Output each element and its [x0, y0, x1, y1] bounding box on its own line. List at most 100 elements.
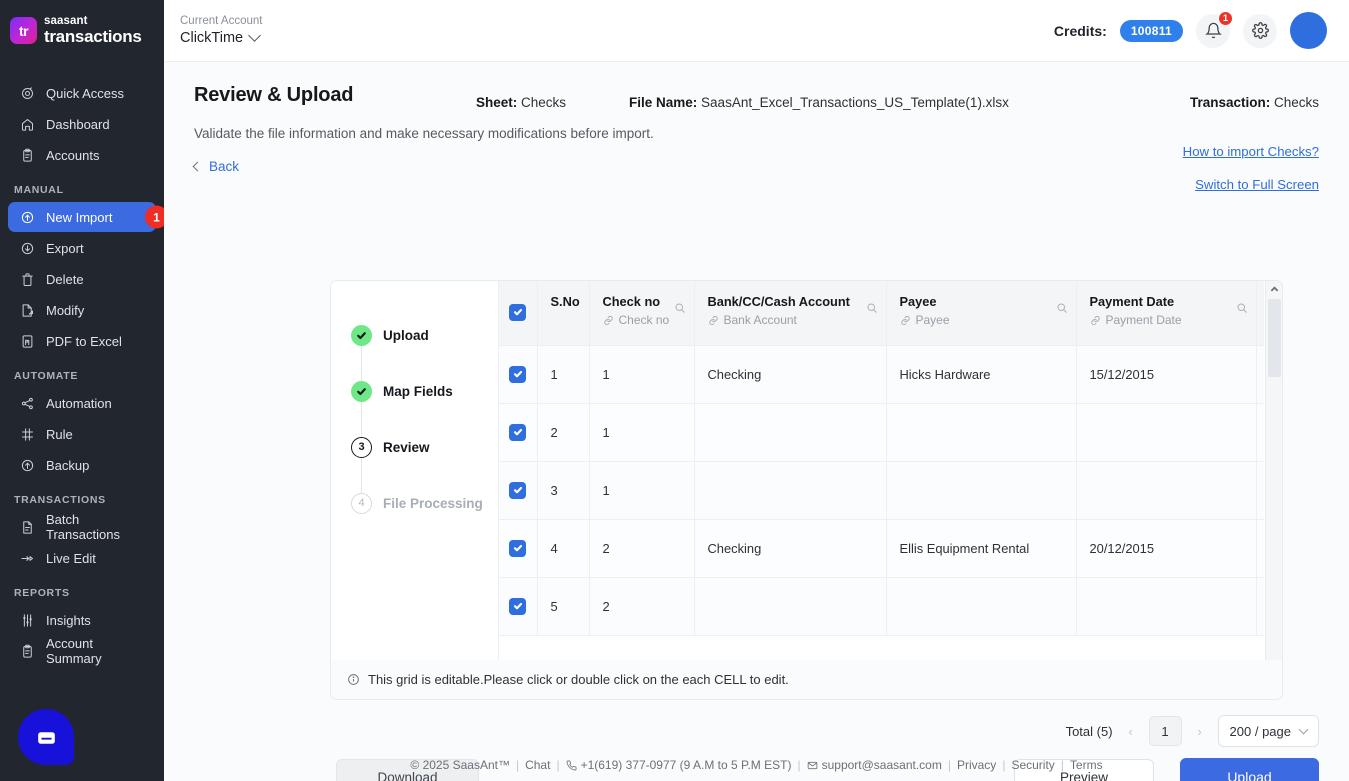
- column-search-icon[interactable]: [1236, 301, 1248, 319]
- sidebar-item-live-edit[interactable]: Live Edit: [8, 543, 156, 573]
- sidebar-item-rule[interactable]: Rule: [8, 419, 156, 449]
- credits-value-badge[interactable]: 100811: [1119, 19, 1183, 42]
- cell-check-no[interactable]: 1: [589, 345, 695, 404]
- how-to-import-link[interactable]: How to import Checks?: [1183, 144, 1319, 159]
- footer-privacy-link[interactable]: Privacy: [957, 758, 996, 772]
- column-header-bank-cc-cash-account[interactable]: Bank/CC/Cash Account Bank Account: [694, 281, 887, 346]
- row-select-cell[interactable]: [499, 345, 538, 404]
- sidebar-item-accounts[interactable]: Accounts: [8, 140, 156, 170]
- cell-city[interactable]: [1256, 403, 1264, 462]
- current-page-number[interactable]: 1: [1148, 716, 1182, 746]
- column-search-icon[interactable]: [866, 301, 878, 319]
- row-select-cell[interactable]: [499, 461, 538, 520]
- cell-sno[interactable]: 5: [537, 577, 590, 636]
- table-row[interactable]: 52: [499, 577, 1264, 636]
- sidebar-item-batch-transactions[interactable]: Batch Transactions: [8, 512, 156, 542]
- select-all-checkbox[interactable]: [509, 303, 527, 321]
- cell-city[interactable]: Palo Alto: [1256, 519, 1264, 578]
- footer-security-link[interactable]: Security: [1011, 758, 1054, 772]
- cell-sno[interactable]: 2: [537, 403, 590, 462]
- current-account-row[interactable]: ClickTime: [180, 29, 262, 47]
- cell-payment-date[interactable]: 15/12/2015: [1076, 345, 1257, 404]
- sidebar-item-new-import[interactable]: New Import 1: [8, 202, 164, 232]
- column-header-check-no[interactable]: Check no Check no: [589, 281, 695, 346]
- cell-payee[interactable]: [886, 461, 1077, 520]
- sidebar-item-modify[interactable]: Modify: [8, 295, 156, 325]
- column-header-payee[interactable]: Payee Payee: [886, 281, 1077, 346]
- prev-page-button[interactable]: ‹: [1124, 724, 1138, 739]
- chat-support-button[interactable]: [18, 709, 74, 765]
- scroll-up-button[interactable]: [1266, 281, 1282, 297]
- switch-full-screen-link[interactable]: Switch to Full Screen: [1183, 177, 1319, 192]
- sidebar-item-backup[interactable]: Backup: [8, 450, 156, 480]
- settings-button[interactable]: [1243, 13, 1277, 48]
- table-row[interactable]: 4 2 Checking Ellis Equipment Rental 20/12/20…: [499, 519, 1264, 578]
- row-checkbox[interactable]: [509, 481, 527, 499]
- sidebar-item-dashboard[interactable]: Dashboard: [8, 109, 156, 139]
- column-search-icon[interactable]: [674, 301, 686, 319]
- vertical-scrollbar[interactable]: [1265, 281, 1282, 671]
- sidebar-item-quick-access[interactable]: Quick Access: [8, 78, 156, 108]
- footer-email-link[interactable]: support@saasant.com: [822, 758, 942, 772]
- sidebar-item-delete[interactable]: Delete: [8, 264, 156, 294]
- step-upload[interactable]: Upload: [351, 307, 498, 383]
- footer-terms-link[interactable]: Terms: [1070, 758, 1103, 772]
- sidebar-item-export[interactable]: Export: [8, 233, 156, 263]
- cell-city[interactable]: [1256, 461, 1264, 520]
- table-row[interactable]: 31: [499, 461, 1264, 520]
- cell-bank-account[interactable]: Checking: [694, 519, 887, 578]
- footer-email[interactable]: support@saasant.com: [807, 758, 942, 772]
- notifications-button[interactable]: 1: [1196, 10, 1233, 48]
- current-account-selector[interactable]: Current Account ClickTime: [180, 14, 262, 47]
- cell-bank-account[interactable]: [694, 577, 887, 636]
- cell-sno[interactable]: 1: [537, 345, 590, 404]
- step-map-fields[interactable]: Map Fields: [351, 363, 498, 439]
- row-select-cell[interactable]: [499, 403, 538, 462]
- cell-payment-date[interactable]: 20/12/2015: [1076, 519, 1257, 578]
- select-all-header-cell[interactable]: [499, 281, 538, 346]
- cell-sno[interactable]: 3: [537, 461, 590, 520]
- row-select-cell[interactable]: [499, 519, 538, 578]
- row-checkbox[interactable]: [509, 597, 527, 615]
- back-button[interactable]: Back: [192, 159, 239, 174]
- cell-bank-account[interactable]: [694, 403, 887, 462]
- column-header-s-no[interactable]: S.No: [537, 281, 590, 346]
- cell-payment-date[interactable]: [1076, 461, 1257, 520]
- cell-city[interactable]: [1256, 577, 1264, 636]
- next-page-button[interactable]: ›: [1193, 724, 1207, 739]
- row-checkbox[interactable]: [509, 423, 527, 441]
- row-select-cell[interactable]: [499, 577, 538, 636]
- brand-zone[interactable]: tr saasant transactions: [0, 0, 164, 62]
- cell-bank-account[interactable]: Checking: [694, 345, 887, 404]
- cell-check-no[interactable]: 2: [589, 577, 695, 636]
- row-checkbox[interactable]: [509, 539, 527, 557]
- cell-bank-account[interactable]: [694, 461, 887, 520]
- sidebar-item-account-summary[interactable]: Account Summary: [8, 636, 156, 666]
- cell-payee[interactable]: Hicks Hardware: [886, 345, 1077, 404]
- cell-check-no[interactable]: 1: [589, 403, 695, 462]
- cell-check-no[interactable]: 2: [589, 519, 695, 578]
- cell-payment-date[interactable]: [1076, 403, 1257, 462]
- column-header-mailing-address-city[interactable]: Mailing Address CityMailing Address City: [1256, 281, 1264, 346]
- footer-chat-link[interactable]: Chat: [525, 758, 550, 772]
- step-file-processing[interactable]: 4 File Processing: [351, 475, 498, 531]
- cell-sno[interactable]: 4: [537, 519, 590, 578]
- sidebar-item-automation[interactable]: Automation: [8, 388, 156, 418]
- table-row[interactable]: 21: [499, 403, 1264, 462]
- sidebar-item-insights[interactable]: Insights: [8, 605, 156, 635]
- step-review[interactable]: 3 Review: [351, 419, 498, 495]
- column-search-icon[interactable]: [1056, 301, 1068, 319]
- row-checkbox[interactable]: [509, 365, 527, 383]
- user-avatar[interactable]: [1290, 12, 1327, 49]
- cell-check-no[interactable]: 1: [589, 461, 695, 520]
- table-row[interactable]: 11CheckingHicks Hardware15/12/2015Middle…: [499, 345, 1264, 404]
- cell-payee[interactable]: [886, 577, 1077, 636]
- page-size-select[interactable]: 200 / page: [1217, 715, 1319, 747]
- cell-payee[interactable]: [886, 403, 1077, 462]
- vertical-scroll-thumb[interactable]: [1268, 299, 1281, 377]
- cell-payment-date[interactable]: [1076, 577, 1257, 636]
- cell-payee[interactable]: Ellis Equipment Rental: [886, 519, 1077, 578]
- sidebar-item-pdf-to-excel[interactable]: PDF to Excel: [8, 326, 156, 356]
- column-header-payment-date[interactable]: Payment Date Payment Date: [1076, 281, 1257, 346]
- cell-city[interactable]: Middlefield: [1256, 345, 1264, 404]
